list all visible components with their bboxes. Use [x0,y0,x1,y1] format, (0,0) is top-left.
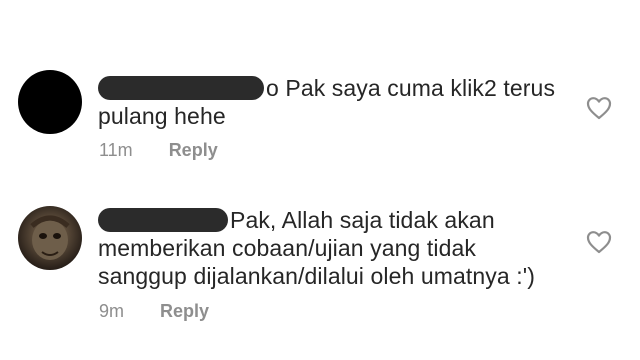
timestamp: 9m [99,301,125,321]
comment-item: Pak, Allah saja tidak akan memberikan co… [0,180,640,360]
avatar[interactable] [18,70,82,134]
avatar-image [30,215,70,260]
comment-text-line1: Pak, Allah saja tidak akan [230,207,495,233]
username-redacted[interactable] [98,76,264,100]
comment-text-line1: o Pak saya cuma klik2 terus [266,75,556,101]
comment-body: o Pak saya cuma klik2 terus pulang hehe [98,74,558,130]
comment-text-line3: sanggup dijalankan/dilalui oleh umatnya … [98,263,536,289]
reply-button[interactable]: Reply [169,140,218,160]
reply-button[interactable]: Reply [160,301,209,321]
username-redacted[interactable] [98,208,228,232]
timestamp: 11m [99,140,133,160]
comment-text-line2: pulang hehe [98,103,226,129]
comment-text-line2: memberikan cobaan/ujian yang tidak [98,235,477,261]
heart-outline-icon[interactable] [586,230,612,254]
comment-body: Pak, Allah saja tidak akan memberikan co… [98,206,568,290]
heart-outline-icon[interactable] [586,96,612,120]
comment-meta: 11m Reply [99,140,218,161]
comment-item: o Pak saya cuma klik2 terus pulang hehe … [0,0,640,180]
comment-meta: 9m Reply [99,301,209,322]
avatar[interactable] [18,206,82,270]
